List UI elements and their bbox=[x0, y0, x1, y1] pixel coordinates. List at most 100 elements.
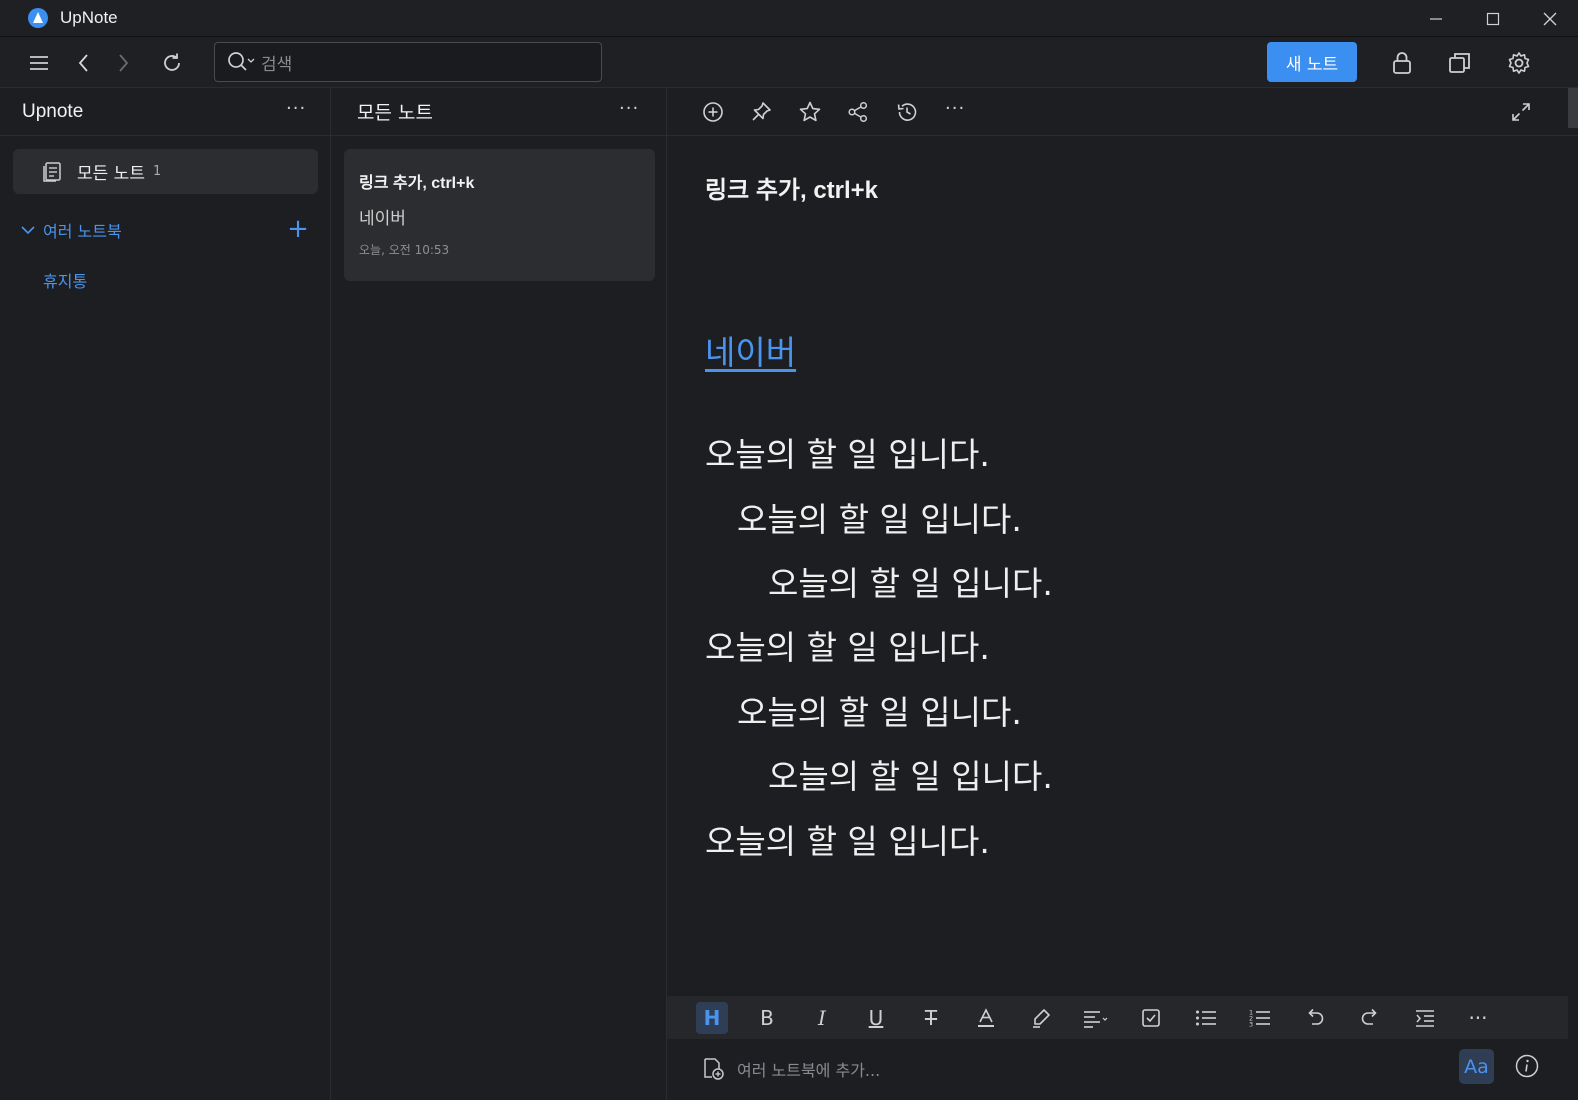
add-to-notebook-icon bbox=[704, 1058, 724, 1080]
italic-button[interactable]: I bbox=[806, 1002, 838, 1034]
add-button[interactable] bbox=[699, 98, 727, 126]
format-more-button[interactable]: ··· bbox=[1462, 1002, 1494, 1034]
chevron-left-icon bbox=[78, 54, 88, 72]
bullet-list-button[interactable] bbox=[1190, 1002, 1222, 1034]
format-toolbar: H B I U T 123 ··· bbox=[667, 996, 1568, 1039]
editor-footer: 여러 노트북에 추가... Aa bbox=[667, 1039, 1578, 1100]
highlight-button[interactable] bbox=[1025, 1002, 1057, 1034]
checklist-button[interactable] bbox=[1135, 1002, 1167, 1034]
svg-text:3: 3 bbox=[1249, 1021, 1253, 1029]
note-line[interactable]: 오늘의 할 일 입니다. bbox=[705, 428, 990, 476]
close-button[interactable] bbox=[1521, 0, 1578, 37]
search-placeholder: 검색 bbox=[261, 54, 293, 75]
refresh-icon bbox=[164, 53, 180, 71]
lock-icon bbox=[1393, 52, 1411, 74]
upnote-logo-icon bbox=[28, 8, 48, 28]
maximize-icon bbox=[1486, 12, 1499, 25]
bullet-list-icon bbox=[1196, 1010, 1216, 1026]
maximize-button[interactable] bbox=[1464, 0, 1521, 37]
sidebar-more-button[interactable]: ··· bbox=[286, 98, 306, 119]
window-controls bbox=[1407, 0, 1578, 37]
sidebar-header: Upnote ··· bbox=[0, 88, 330, 136]
note-card-date: 오늘, 오전 10:53 bbox=[359, 243, 450, 257]
lock-button[interactable] bbox=[1388, 49, 1416, 77]
note-line[interactable]: 오늘의 할 일 입니다. bbox=[768, 750, 1053, 798]
note-link[interactable]: 네이버 bbox=[705, 326, 796, 374]
align-button[interactable] bbox=[1080, 1002, 1112, 1034]
refresh-button[interactable] bbox=[158, 49, 186, 77]
favorite-button[interactable] bbox=[796, 98, 824, 126]
note-title[interactable]: 링크 추가, ctrl+k bbox=[705, 170, 878, 205]
align-left-icon bbox=[1084, 1011, 1108, 1028]
underline-button[interactable]: U bbox=[860, 1002, 892, 1034]
note-list: 모든 노트 ··· 링크 추가, ctrl+k 네이버 오늘, 오전 10:53 bbox=[331, 88, 667, 1100]
info-icon bbox=[1515, 1054, 1539, 1078]
share-button[interactable] bbox=[844, 98, 872, 126]
font-settings-button[interactable]: Aa bbox=[1459, 1049, 1494, 1084]
note-line[interactable]: 오늘의 할 일 입니다. bbox=[737, 686, 1022, 734]
chevron-down-icon bbox=[21, 226, 35, 235]
close-icon bbox=[1543, 12, 1556, 25]
redo-icon bbox=[1361, 1008, 1377, 1025]
note-line[interactable]: 오늘의 할 일 입니다. bbox=[705, 815, 990, 863]
highlighter-icon bbox=[1033, 1009, 1050, 1028]
main-toolbar: 검색 새 노트 bbox=[0, 37, 1578, 88]
history-button[interactable] bbox=[893, 98, 921, 126]
sidebar-title: Upnote bbox=[22, 100, 84, 122]
indent-button[interactable] bbox=[1409, 1002, 1441, 1034]
forward-button[interactable] bbox=[109, 49, 137, 77]
minimize-icon bbox=[1429, 17, 1442, 20]
minimize-button[interactable] bbox=[1407, 0, 1464, 37]
settings-button[interactable] bbox=[1505, 49, 1533, 77]
expand-icon bbox=[1512, 103, 1530, 121]
undo-icon bbox=[1308, 1008, 1324, 1025]
menu-button[interactable] bbox=[25, 49, 53, 77]
sidebar-item-all-notes[interactable]: 모든 노트 1 bbox=[13, 149, 318, 194]
search-box[interactable]: 검색 bbox=[214, 42, 602, 82]
note-line[interactable]: 오늘의 할 일 입니다. bbox=[705, 621, 990, 669]
plus-circle-icon bbox=[703, 102, 723, 122]
note-card-title: 링크 추가, ctrl+k bbox=[359, 175, 475, 192]
star-icon bbox=[799, 101, 821, 122]
gear-icon bbox=[1508, 52, 1530, 74]
info-button[interactable] bbox=[1514, 1053, 1540, 1079]
numbered-list-button[interactable]: 123 bbox=[1244, 1002, 1276, 1034]
new-window-button[interactable] bbox=[1446, 49, 1474, 77]
undo-button[interactable] bbox=[1299, 1002, 1331, 1034]
editor-more-button[interactable]: ··· bbox=[945, 98, 965, 119]
note-list-header: 모든 노트 ··· bbox=[331, 88, 666, 136]
history-icon bbox=[897, 103, 917, 121]
sidebar-notebooks-section[interactable]: 여러 노트북 + bbox=[20, 216, 310, 244]
editor-scrollbar[interactable] bbox=[1568, 88, 1578, 128]
pin-icon bbox=[752, 102, 771, 121]
pin-button[interactable] bbox=[747, 98, 775, 126]
bold-button[interactable]: B bbox=[751, 1002, 783, 1034]
redo-button[interactable] bbox=[1354, 1002, 1386, 1034]
text-color-button[interactable] bbox=[970, 1002, 1002, 1034]
note-list-more-button[interactable]: ··· bbox=[619, 98, 639, 119]
checkbox-icon bbox=[1142, 1009, 1160, 1027]
note-card[interactable]: 링크 추가, ctrl+k 네이버 오늘, 오전 10:53 bbox=[344, 149, 655, 281]
fullscreen-button[interactable] bbox=[1507, 98, 1535, 126]
add-notebook-button[interactable]: + bbox=[286, 216, 310, 244]
back-button[interactable] bbox=[70, 49, 98, 77]
strikethrough-button[interactable]: T bbox=[915, 1002, 947, 1034]
numbered-list-icon: 123 bbox=[1249, 1009, 1270, 1029]
sidebar-item-label: 모든 노트 bbox=[77, 164, 145, 184]
new-note-button[interactable]: 새 노트 bbox=[1267, 42, 1357, 82]
note-card-snippet: 네이버 bbox=[359, 209, 406, 229]
editor-toolbar: ··· bbox=[667, 88, 1578, 136]
editor: ··· 링크 추가, ctrl+k 네이버 오늘의 할 일 입니다. 오늘의 할… bbox=[667, 88, 1578, 1100]
heading-button[interactable]: H bbox=[696, 1002, 728, 1034]
sidebar-item-trash[interactable]: 휴지통 bbox=[43, 268, 87, 292]
note-line[interactable]: 오늘의 할 일 입니다. bbox=[768, 557, 1053, 605]
notes-icon bbox=[43, 161, 61, 182]
app-title: UpNote bbox=[60, 8, 118, 27]
note-list-title: 모든 노트 bbox=[357, 102, 433, 124]
share-icon bbox=[848, 101, 868, 123]
search-icon bbox=[228, 52, 255, 71]
add-to-notebook-input[interactable]: 여러 노트북에 추가... bbox=[737, 1057, 880, 1081]
note-line[interactable]: 오늘의 할 일 입니다. bbox=[737, 493, 1022, 541]
note-count: 1 bbox=[152, 164, 162, 179]
sidebar: Upnote ··· 모든 노트 1 여러 노트북 + 휴지통 bbox=[0, 88, 331, 1100]
